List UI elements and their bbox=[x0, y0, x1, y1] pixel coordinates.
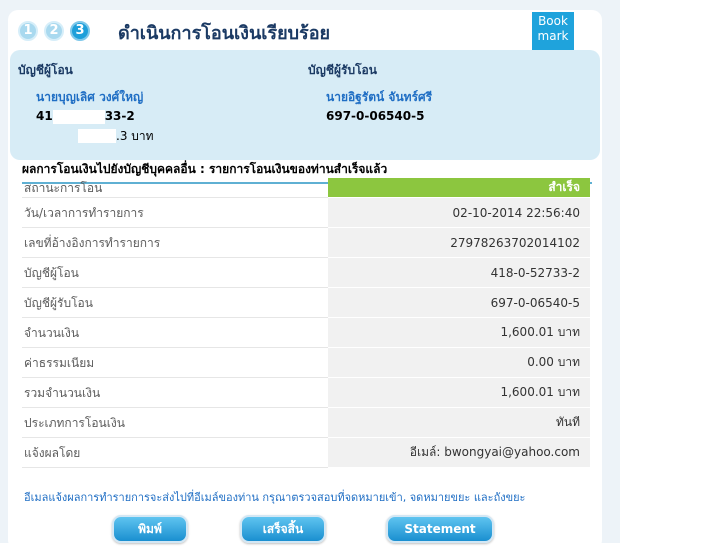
row-label: รวมจำนวนเงิน bbox=[24, 385, 101, 400]
from-account-name: นายบุญเลิศ วงศ์ใหญ่ bbox=[36, 90, 144, 104]
row-label: แจ้งผลโดย bbox=[24, 445, 81, 460]
row-label: สถานะการโอน bbox=[24, 180, 103, 195]
to-account-heading: บัญชีผู้รับโอน bbox=[308, 63, 377, 77]
step-indicator: 1 2 3 bbox=[18, 20, 96, 42]
table-row: รวมจำนวนเงิน 1,600.01 บาท bbox=[22, 378, 590, 408]
from-account-number: 41 33-2 bbox=[36, 109, 154, 124]
row-label: ประเภทการโอนเงิน bbox=[24, 415, 125, 430]
row-value: ทันที bbox=[328, 408, 590, 438]
from-account-number-suffix: 33-2 bbox=[104, 109, 135, 123]
from-account-balance: .3 บาท bbox=[78, 127, 154, 146]
table-row: บัญชีผู้รับโอน 697-0-06540-5 bbox=[22, 288, 590, 318]
table-row: ประเภทการโอนเงิน ทันที bbox=[22, 408, 590, 438]
statement-button[interactable]: Statement bbox=[386, 515, 494, 543]
print-button[interactable]: พิมพ์ bbox=[112, 515, 188, 543]
from-account-number-prefix: 41 bbox=[36, 109, 53, 123]
table-row: วัน/เวลาการทำรายการ 02-10-2014 22:56:40 bbox=[22, 198, 590, 228]
row-label: บัญชีผู้โอน bbox=[24, 265, 79, 280]
row-label: จำนวนเงิน bbox=[24, 325, 80, 340]
bookmark-label-line1: Book bbox=[538, 14, 568, 28]
done-button[interactable]: เสร็จสิ้น bbox=[240, 515, 326, 543]
table-row: เลขที่อ้างอิงการทำรายการ 279782637020141… bbox=[22, 228, 590, 258]
masked-balance bbox=[78, 129, 116, 143]
table-row: แจ้งผลโดย อีเมล์: bwongyai@yahoo.com bbox=[22, 438, 590, 468]
table-row: ค่าธรรมเนียม 0.00 บาท bbox=[22, 348, 590, 378]
step-2: 2 bbox=[44, 21, 64, 41]
from-account-balance-suffix: .3 บาท bbox=[116, 128, 154, 143]
row-label: เลขที่อ้างอิงการทำรายการ bbox=[24, 235, 161, 250]
row-value: 1,600.01 บาท bbox=[328, 378, 590, 408]
row-value: อีเมล์: bwongyai@yahoo.com bbox=[328, 438, 590, 468]
table-row: จำนวนเงิน 1,600.01 บาท bbox=[22, 318, 590, 348]
row-value: 27978263702014102 bbox=[328, 228, 590, 258]
masked-digits bbox=[52, 109, 105, 124]
details-table: สถานะการโอน สำเร็จ วัน/เวลาการทำรายการ 0… bbox=[22, 178, 590, 468]
table-row: บัญชีผู้โอน 418-0-52733-2 bbox=[22, 258, 590, 288]
row-value: 418-0-52733-2 bbox=[328, 258, 590, 288]
row-value: 0.00 บาท bbox=[328, 348, 590, 378]
to-account-number: 697-0-06540-5 bbox=[326, 109, 425, 123]
step-1: 1 bbox=[18, 21, 38, 41]
status-badge: สำเร็จ bbox=[328, 178, 590, 198]
transfer-result-card: 1 2 3 ดำเนินการโอนเงินเรียบร้อย Book mar… bbox=[8, 10, 602, 550]
account-summary-panel: บัญชีผู้โอน นายบุญเลิศ วงศ์ใหญ่ 41 33-2 .… bbox=[10, 50, 600, 160]
row-value: 02-10-2014 22:56:40 bbox=[328, 198, 590, 228]
row-label: วัน/เวลาการทำรายการ bbox=[24, 205, 144, 220]
step-3: 3 bbox=[70, 21, 90, 41]
row-label: ค่าธรรมเนียม bbox=[24, 355, 95, 370]
email-notice: อีเมลแจ้งผลการทำรายการจะส่งไปที่อีเมล์ขอ… bbox=[24, 491, 526, 504]
to-account: บัญชีผู้รับโอน นายอิฐรัตน์ จันทร์ศรี 697… bbox=[308, 61, 432, 123]
bookmark-label-line2: mark bbox=[537, 29, 569, 43]
row-label: บัญชีผู้รับโอน bbox=[24, 295, 93, 310]
from-account: บัญชีผู้โอน นายบุญเลิศ วงศ์ใหญ่ 41 33-2 .… bbox=[18, 61, 154, 146]
row-divider bbox=[22, 467, 328, 468]
row-value: 697-0-06540-5 bbox=[328, 288, 590, 318]
table-row: สถานะการโอน สำเร็จ bbox=[22, 178, 590, 198]
page-title: ดำเนินการโอนเงินเรียบร้อย bbox=[118, 23, 331, 44]
to-account-name: นายอิฐรัตน์ จันทร์ศรี bbox=[326, 90, 433, 104]
row-value: 1,600.01 บาท bbox=[328, 318, 590, 348]
from-account-heading: บัญชีผู้โอน bbox=[18, 63, 73, 77]
